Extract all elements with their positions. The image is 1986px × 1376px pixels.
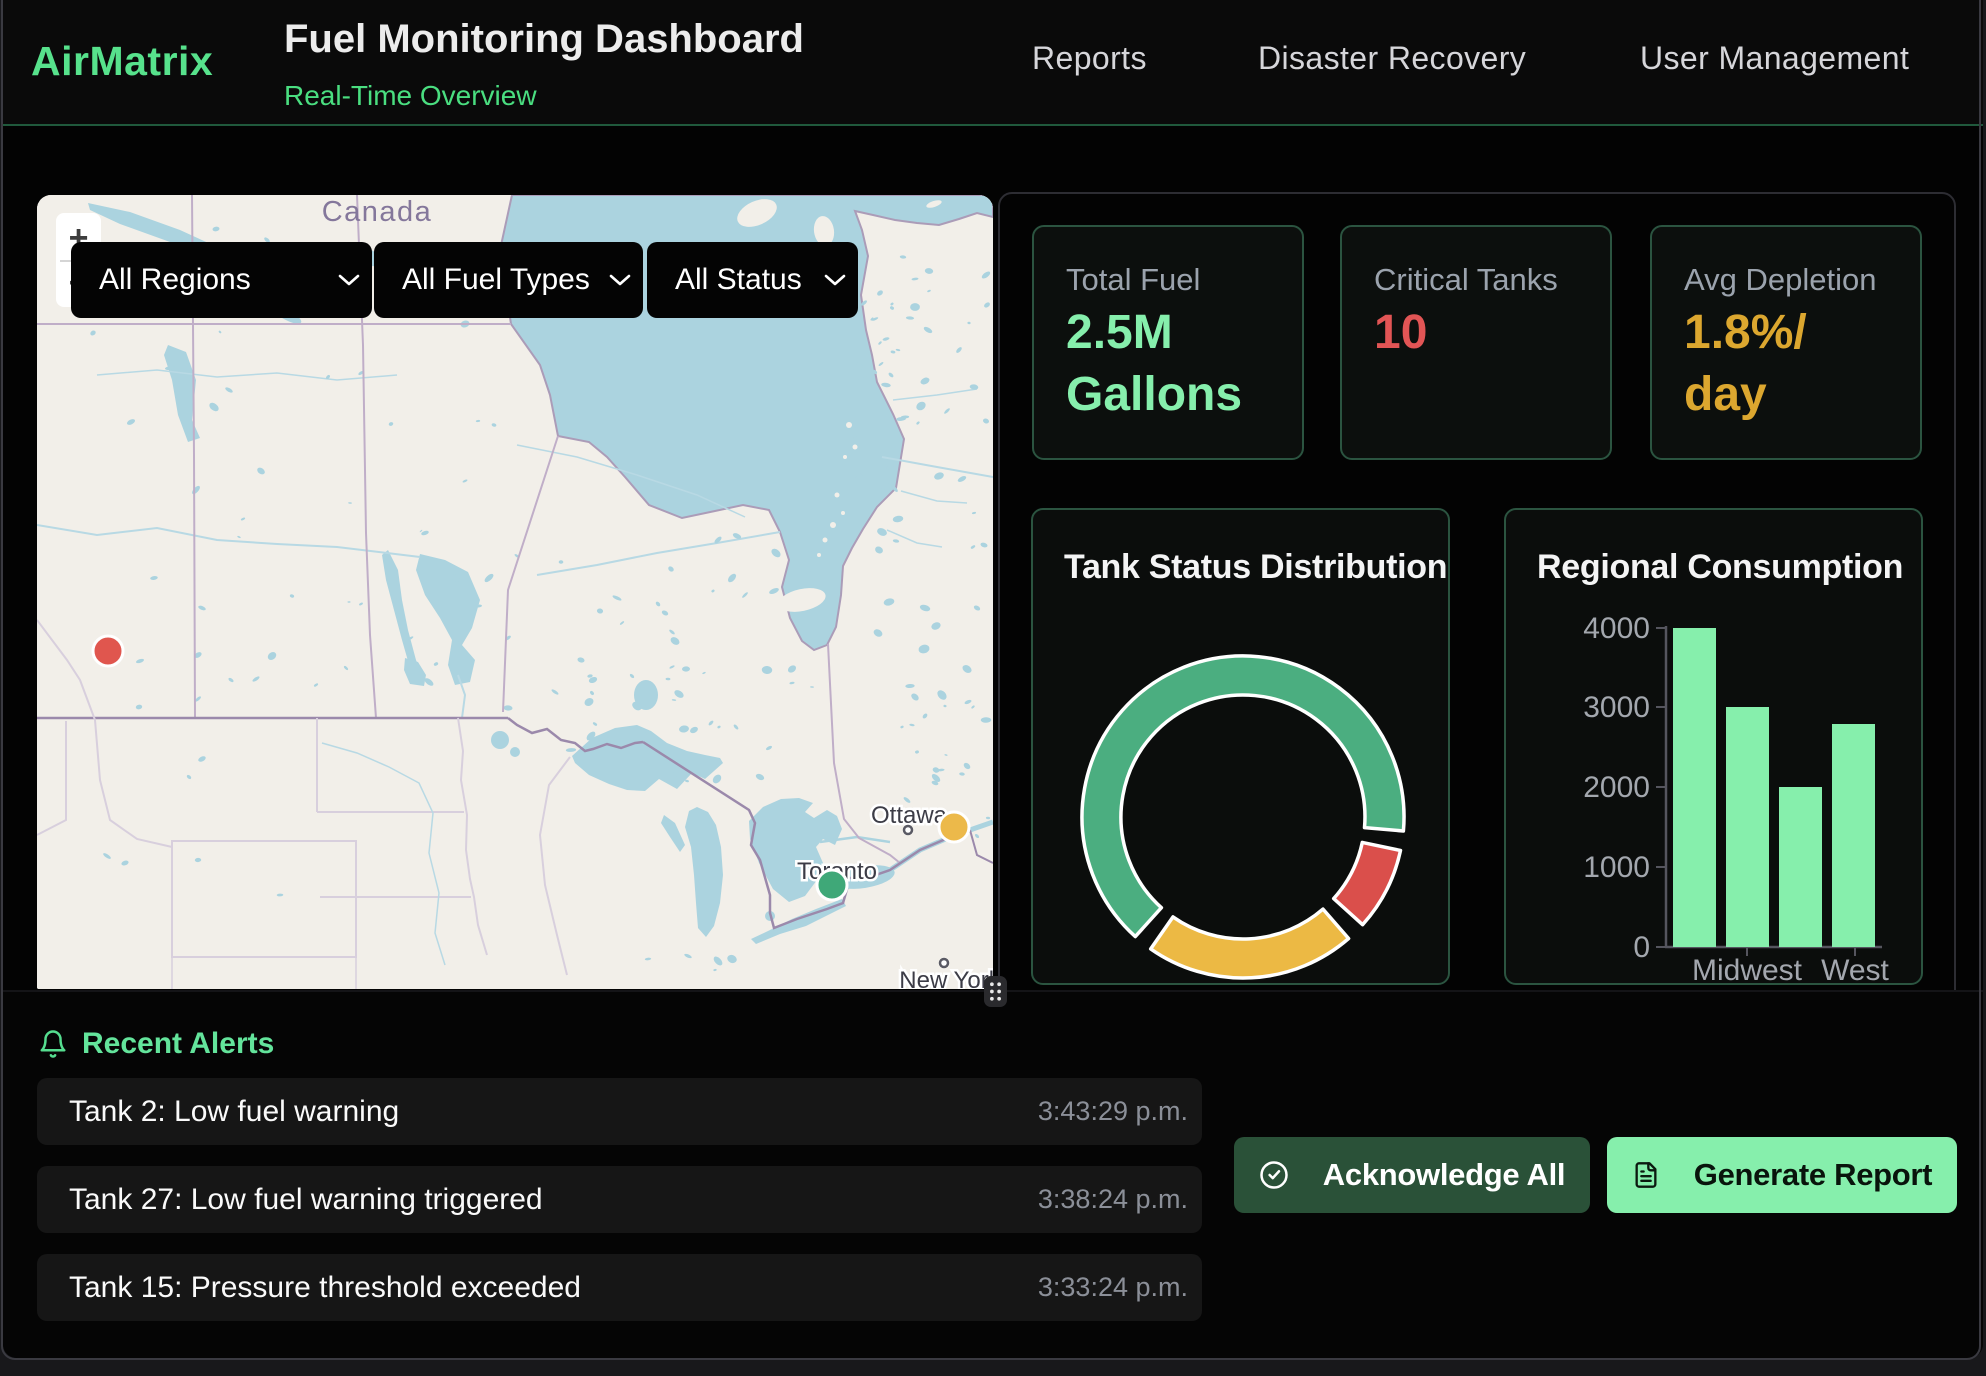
svg-text:3000: 3000 bbox=[1583, 691, 1650, 724]
svg-text:Canada: Canada bbox=[322, 196, 433, 228]
svg-text:1000: 1000 bbox=[1583, 851, 1650, 884]
svg-text:2000: 2000 bbox=[1583, 771, 1650, 804]
svg-text:0: 0 bbox=[1633, 931, 1650, 964]
svg-text:New York: New York bbox=[899, 967, 993, 989]
svg-text:West: West bbox=[1821, 954, 1889, 985]
svg-text:Midwest: Midwest bbox=[1692, 954, 1803, 985]
svg-text:4000: 4000 bbox=[1583, 612, 1650, 645]
